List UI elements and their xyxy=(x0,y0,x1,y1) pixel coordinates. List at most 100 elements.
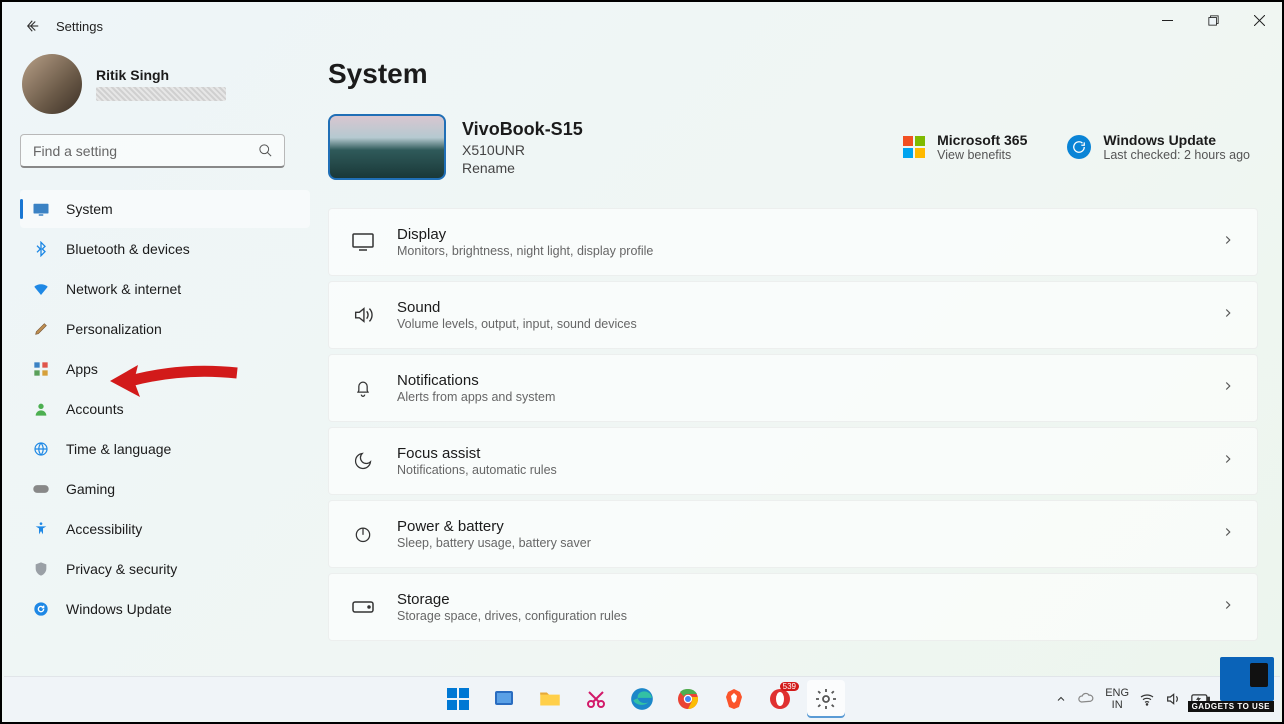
card-subtitle: Notifications, automatic rules xyxy=(397,463,1199,477)
wu-title: Windows Update xyxy=(1103,132,1250,148)
maximize-button[interactable] xyxy=(1190,2,1236,38)
minimize-button[interactable] xyxy=(1144,2,1190,38)
system-icon xyxy=(32,200,50,218)
sidebar-item-accessibility[interactable]: Accessibility xyxy=(20,510,310,548)
back-button[interactable] xyxy=(12,6,54,46)
sidebar-item-time-language[interactable]: Time & language xyxy=(20,430,310,468)
sidebar-item-system[interactable]: System xyxy=(20,190,310,228)
sidebar-item-label: System xyxy=(66,201,113,217)
taskbar-file-explorer[interactable] xyxy=(531,680,569,718)
device-wallpaper-thumb[interactable] xyxy=(328,114,446,180)
taskbar-settings[interactable] xyxy=(807,680,845,718)
card-subtitle: Monitors, brightness, night light, displ… xyxy=(397,244,1199,258)
wifi-icon xyxy=(32,280,50,298)
search-input[interactable] xyxy=(20,134,285,168)
microsoft-logo-icon xyxy=(903,136,925,158)
titlebar: Settings xyxy=(2,2,1282,50)
taskbar: 539 ENGIN 10:363/28/2022 xyxy=(4,676,1280,720)
bluetooth-icon xyxy=(32,240,50,258)
shield-icon xyxy=(32,560,50,578)
sidebar-item-label: Windows Update xyxy=(66,601,172,617)
badge-count: 539 xyxy=(780,682,799,691)
storage-icon xyxy=(351,595,375,619)
chevron-right-icon xyxy=(1221,233,1235,252)
settings-card-power-battery[interactable]: Power & batterySleep, battery usage, bat… xyxy=(328,500,1258,568)
taskbar-start-button[interactable] xyxy=(439,680,477,718)
sidebar-item-bluetooth-devices[interactable]: Bluetooth & devices xyxy=(20,230,310,268)
onedrive-icon[interactable] xyxy=(1077,690,1095,708)
windows-update-icon xyxy=(1067,135,1091,159)
settings-card-notifications[interactable]: NotificationsAlerts from apps and system xyxy=(328,354,1258,422)
card-title: Power & battery xyxy=(397,518,1199,535)
profile-name: Ritik Singh xyxy=(96,67,226,83)
settings-card-sound[interactable]: SoundVolume levels, output, input, sound… xyxy=(328,281,1258,349)
search-icon xyxy=(258,143,273,158)
volume-tray-icon[interactable] xyxy=(1165,691,1181,707)
sidebar-item-label: Accounts xyxy=(66,401,124,417)
card-title: Display xyxy=(397,226,1199,243)
display-icon xyxy=(351,230,375,254)
edge-icon xyxy=(629,686,655,712)
wifi-tray-icon[interactable] xyxy=(1139,691,1155,707)
sidebar-item-label: Personalization xyxy=(66,321,162,337)
minimize-icon xyxy=(1162,15,1173,26)
sidebar-item-gaming[interactable]: Gaming xyxy=(20,470,310,508)
accessibility-icon xyxy=(32,520,50,538)
taskbar-edge[interactable] xyxy=(623,680,661,718)
sidebar-item-accounts[interactable]: Accounts xyxy=(20,390,310,428)
avatar xyxy=(22,54,82,114)
chevron-right-icon xyxy=(1221,598,1235,617)
sidebar-item-label: Privacy & security xyxy=(66,561,177,577)
taskbar-taskview[interactable] xyxy=(485,680,523,718)
watermark: GADGETS TO USE xyxy=(1188,657,1274,712)
device-name: VivoBook-S15 xyxy=(462,119,583,140)
device-rename-link[interactable]: Rename xyxy=(462,160,583,176)
card-title: Storage xyxy=(397,591,1199,608)
close-button[interactable] xyxy=(1236,2,1282,38)
quicklink-ms365[interactable]: Microsoft 365 View benefits xyxy=(903,132,1027,162)
card-subtitle: Storage space, drives, configuration rul… xyxy=(397,609,1199,623)
settings-card-focus-assist[interactable]: Focus assistNotifications, automatic rul… xyxy=(328,427,1258,495)
chevron-right-icon xyxy=(1221,379,1235,398)
quicklink-windows-update[interactable]: Windows Update Last checked: 2 hours ago xyxy=(1067,132,1250,162)
card-title: Notifications xyxy=(397,372,1199,389)
sidebar-item-network-internet[interactable]: Network & internet xyxy=(20,270,310,308)
sidebar-item-label: Network & internet xyxy=(66,281,181,297)
wu-sub: Last checked: 2 hours ago xyxy=(1103,148,1250,162)
sidebar-item-privacy-security[interactable]: Privacy & security xyxy=(20,550,310,588)
sidebar-item-label: Bluetooth & devices xyxy=(66,241,190,257)
settings-card-display[interactable]: DisplayMonitors, brightness, night light… xyxy=(328,208,1258,276)
taskbar-snip[interactable] xyxy=(577,680,615,718)
device-row: VivoBook-S15 X510UNR Rename Microsoft 36… xyxy=(328,114,1258,180)
card-title: Sound xyxy=(397,299,1199,316)
profile-block[interactable]: Ritik Singh xyxy=(20,50,310,134)
gamepad-icon xyxy=(32,480,50,498)
taskbar-brave[interactable] xyxy=(715,680,753,718)
chrome-icon xyxy=(676,687,700,711)
settings-card-storage[interactable]: StorageStorage space, drives, configurat… xyxy=(328,573,1258,641)
card-subtitle: Volume levels, output, input, sound devi… xyxy=(397,317,1199,331)
sidebar-item-apps[interactable]: Apps xyxy=(20,350,310,388)
taskbar-center: 539 xyxy=(439,680,845,718)
tray-chevron-icon[interactable] xyxy=(1055,693,1067,705)
sidebar-item-personalization[interactable]: Personalization xyxy=(20,310,310,348)
language-indicator[interactable]: ENGIN xyxy=(1105,687,1129,711)
card-title: Focus assist xyxy=(397,445,1199,462)
brave-icon xyxy=(722,687,746,711)
taskbar-chrome[interactable] xyxy=(669,680,707,718)
globe-icon xyxy=(32,440,50,458)
chevron-right-icon xyxy=(1221,452,1235,471)
sound-icon xyxy=(351,303,375,327)
sidebar-item-windows-update[interactable]: Windows Update xyxy=(20,590,310,628)
device-model: X510UNR xyxy=(462,142,583,158)
sidebar-nav: System Bluetooth & devices Network & inter… xyxy=(20,190,310,628)
card-subtitle: Sleep, battery usage, battery saver xyxy=(397,536,1199,550)
close-icon xyxy=(1254,15,1265,26)
chevron-right-icon xyxy=(1221,525,1235,544)
brush-icon xyxy=(32,320,50,338)
sidebar-item-label: Gaming xyxy=(66,481,115,497)
sidebar-item-label: Time & language xyxy=(66,441,171,457)
card-subtitle: Alerts from apps and system xyxy=(397,390,1199,404)
taskbar-opera[interactable]: 539 xyxy=(761,680,799,718)
search-wrap xyxy=(20,134,285,168)
